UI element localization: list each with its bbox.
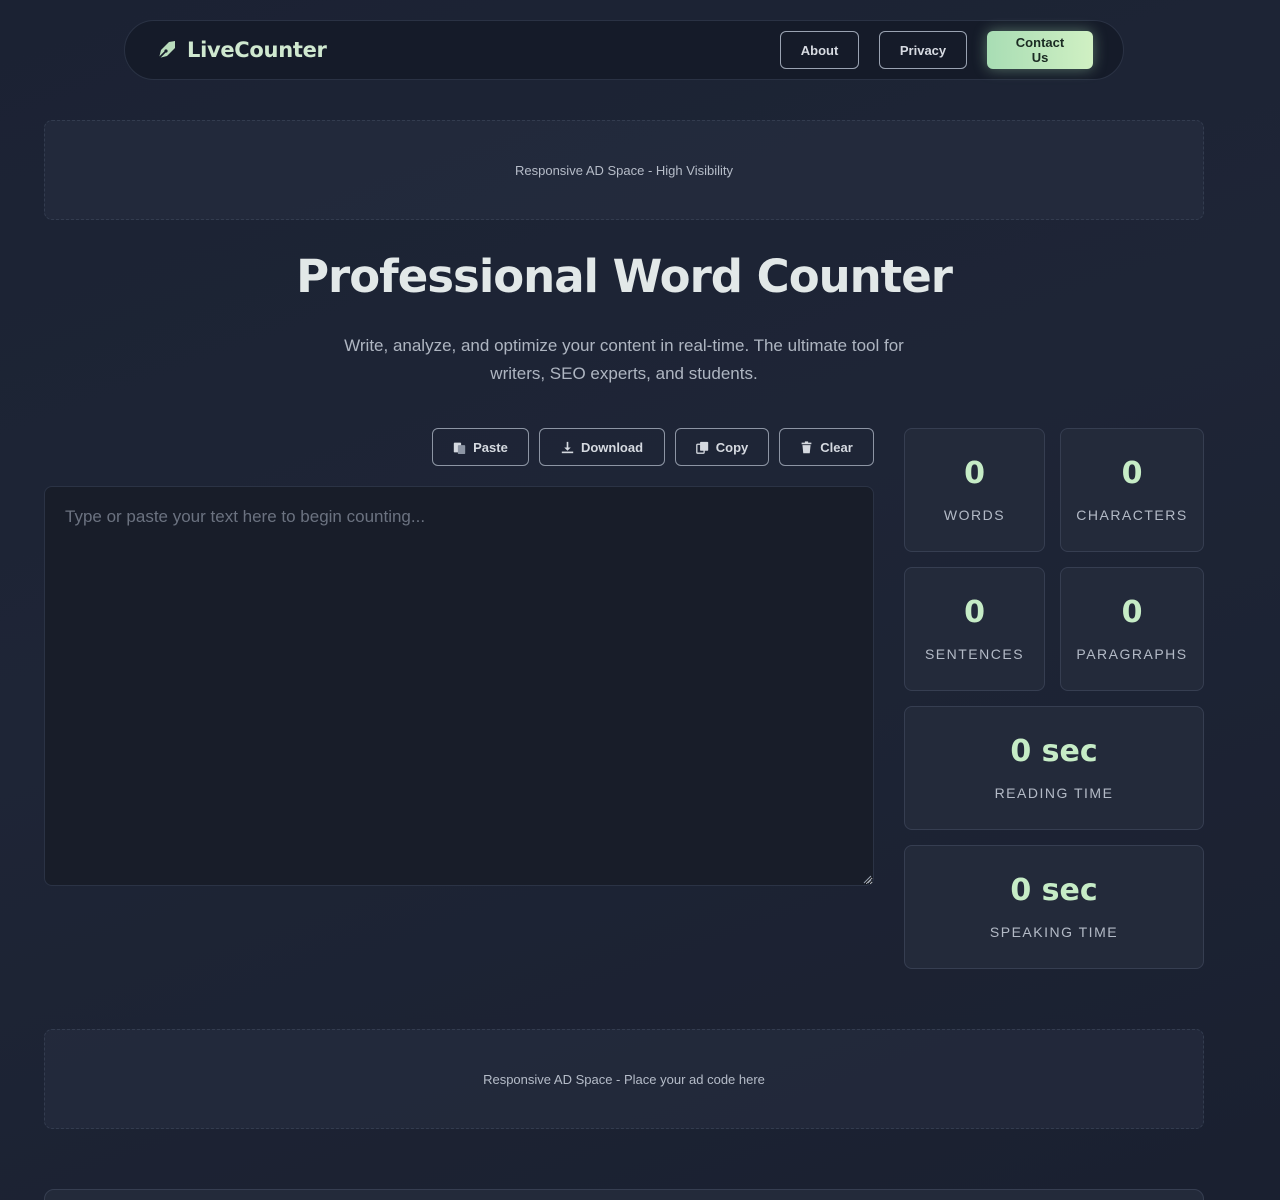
top-ad-label: Responsive AD Space - High Visibility <box>515 162 733 178</box>
reading-time-value: 0 sec <box>1010 734 1098 769</box>
text-editor[interactable] <box>44 486 874 886</box>
stat-card-sentences: 0 SENTENCES <box>904 567 1045 691</box>
paste-icon <box>453 442 466 454</box>
characters-count: 0 <box>1121 456 1143 491</box>
resize-handle-icon[interactable] <box>862 874 872 884</box>
editor-toolbar: Paste Download Copy Clear <box>432 428 874 466</box>
paste-button[interactable]: Paste <box>432 428 529 466</box>
about-button[interactable]: About <box>780 31 859 69</box>
brand-logo[interactable]: LiveCounter <box>155 38 327 62</box>
characters-label: CHARACTERS <box>1076 507 1188 523</box>
content-card <box>44 1189 1204 1200</box>
bottom-ad-space: Responsive AD Space - Place your ad code… <box>44 1029 1204 1129</box>
copy-label: Copy <box>715 439 749 455</box>
clear-button[interactable]: Clear <box>779 428 874 466</box>
words-label: WORDS <box>943 507 1006 523</box>
paste-label: Paste <box>473 439 508 455</box>
download-icon <box>561 441 574 453</box>
download-button[interactable]: Download <box>539 428 665 466</box>
copy-button[interactable]: Copy <box>675 428 769 466</box>
nav-links: About Privacy Contact Us <box>780 31 1093 69</box>
copy-icon <box>695 441 708 454</box>
top-ad-space: Responsive AD Space - High Visibility <box>44 120 1204 220</box>
bottom-ad-label: Responsive AD Space - Place your ad code… <box>483 1071 765 1087</box>
page-subtitle: Write, analyze, and optimize your conten… <box>344 336 904 383</box>
reading-time-label: READING TIME <box>994 785 1114 801</box>
speaking-time-value: 0 sec <box>1010 873 1098 908</box>
sentences-label: SENTENCES <box>924 646 1025 662</box>
download-label: Download <box>580 439 644 455</box>
privacy-button[interactable]: Privacy <box>879 31 967 69</box>
navbar: LiveCounter About Privacy Contact Us <box>124 20 1124 80</box>
pen-nib-icon <box>158 41 175 59</box>
stat-card-speaking-time: 0 sec SPEAKING TIME <box>904 845 1204 969</box>
paragraphs-count: 0 <box>1121 595 1143 630</box>
contact-us-button[interactable]: Contact Us <box>987 31 1093 69</box>
stat-card-words: 0 WORDS <box>904 428 1045 552</box>
paragraphs-label: PARAGRAPHS <box>1076 646 1188 662</box>
trash-icon <box>801 440 812 453</box>
stat-card-paragraphs: 0 PARAGRAPHS <box>1060 567 1204 691</box>
page: LiveCounter About Privacy Contact Us Res… <box>0 0 1280 1200</box>
speaking-time-label: SPEAKING TIME <box>989 924 1119 940</box>
clear-label: Clear <box>820 439 853 455</box>
brand-name: LiveCounter <box>187 38 327 62</box>
words-count: 0 <box>964 456 985 491</box>
page-title: Professional Word Counter <box>296 250 953 303</box>
sentences-count: 0 <box>964 595 985 630</box>
stat-card-characters: 0 CHARACTERS <box>1060 428 1204 552</box>
stat-card-reading-time: 0 sec READING TIME <box>904 706 1204 830</box>
